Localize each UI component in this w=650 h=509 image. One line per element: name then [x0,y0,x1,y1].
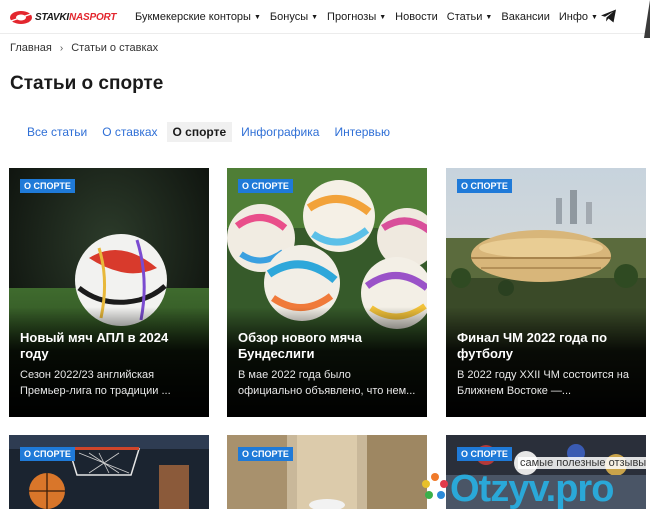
nav-bookmakers[interactable]: Букмекерские конторы ▼ [135,11,261,23]
article-card[interactable]: О СПОРТЕ Финал ЧМ 2022 года по футболу В… [446,168,646,417]
breadcrumb-home[interactable]: Главная [10,42,52,54]
breadcrumb: Главная › Статьи о ставках [10,42,158,54]
tab-sport[interactable]: О спорте [166,122,233,142]
card-excerpt: Сезон 2022/23 английская Премьер-лига по… [20,369,171,397]
card-body: Новый мяч АПЛ в 2024 году Сезон 2022/23 … [20,330,199,399]
tab-infographics[interactable]: Инфографика [235,122,325,142]
category-badge[interactable]: О СПОРТЕ [20,179,75,193]
breadcrumb-separator: › [59,42,64,54]
watermark-logo-icon [422,473,448,499]
category-badge[interactable]: О СПОРТЕ [238,447,293,461]
nav-news[interactable]: Новости [395,11,438,23]
card-excerpt: В 2022 году XXII ЧМ состоится на Ближнем… [457,369,629,397]
nav-articles[interactable]: Статьи ▼ [447,11,493,23]
card-title[interactable]: Финал ЧМ 2022 года по футболу [457,330,636,362]
article-card[interactable]: О СПОРТЕ [9,435,209,509]
nav-predictions[interactable]: Прогнозы ▼ [327,11,386,23]
category-badge[interactable]: О СПОРТЕ [238,179,293,193]
main-nav: Букмекерские конторы ▼ Бонусы ▼ Прогнозы ▼ … [135,0,607,34]
category-badge[interactable]: О СПОРТЕ [457,179,512,193]
breadcrumb-current[interactable]: Статьи о ставках [71,42,158,54]
chevron-down-icon: ▼ [253,13,261,21]
corner-decoration [644,0,650,38]
nav-vacancies[interactable]: Вакансии [501,11,550,23]
nav-info[interactable]: Инфо ▼ [559,11,598,23]
chevron-down-icon: ▼ [311,13,319,21]
card-title[interactable]: Обзор нового мяча Бундеслиги [238,330,417,362]
card-body: Финал ЧМ 2022 года по футболу В 2022 год… [457,330,636,399]
article-card[interactable]: О СПОРТЕ [227,435,427,509]
chevron-down-icon: ▼ [485,13,493,21]
nav-bonuses[interactable]: Бонусы ▼ [270,11,318,23]
tab-interview[interactable]: Интервью [328,122,396,142]
site-logo[interactable]: STAVKINASPORT [9,9,117,25]
watermark-brand: Otzyv.pro [450,468,614,509]
telegram-icon[interactable] [600,8,617,24]
card-body: Обзор нового мяча Бундеслиги В мае 2022 … [238,330,417,399]
category-tabs: Все статьи О ставках О спорте Инфографик… [21,121,399,143]
article-card[interactable]: О СПОРТЕ Обзор нового мяча Бундеслиги В … [227,168,427,417]
article-card[interactable]: О СПОРТЕ Новый мяч АПЛ в 2024 году Сезон… [9,168,209,417]
logo-ball-icon [10,10,32,24]
tab-all-articles[interactable]: Все статьи [21,122,93,142]
card-title[interactable]: Новый мяч АПЛ в 2024 году [20,330,199,362]
logo-text: STAVKINASPORT [35,11,117,23]
chevron-down-icon: ▼ [379,13,387,21]
page-title: Статьи о спорте [10,73,164,94]
category-badge[interactable]: О СПОРТЕ [20,447,75,461]
otzyv-watermark: самые полезные отзывы Otzyv.pro [416,456,650,509]
tab-betting[interactable]: О ставках [96,122,163,142]
card-excerpt: В мае 2022 года было официально объявлен… [238,369,416,397]
site-header: STAVKINASPORT Букмекерские конторы ▼ Бону… [0,0,650,38]
chevron-down-icon: ▼ [591,13,598,21]
